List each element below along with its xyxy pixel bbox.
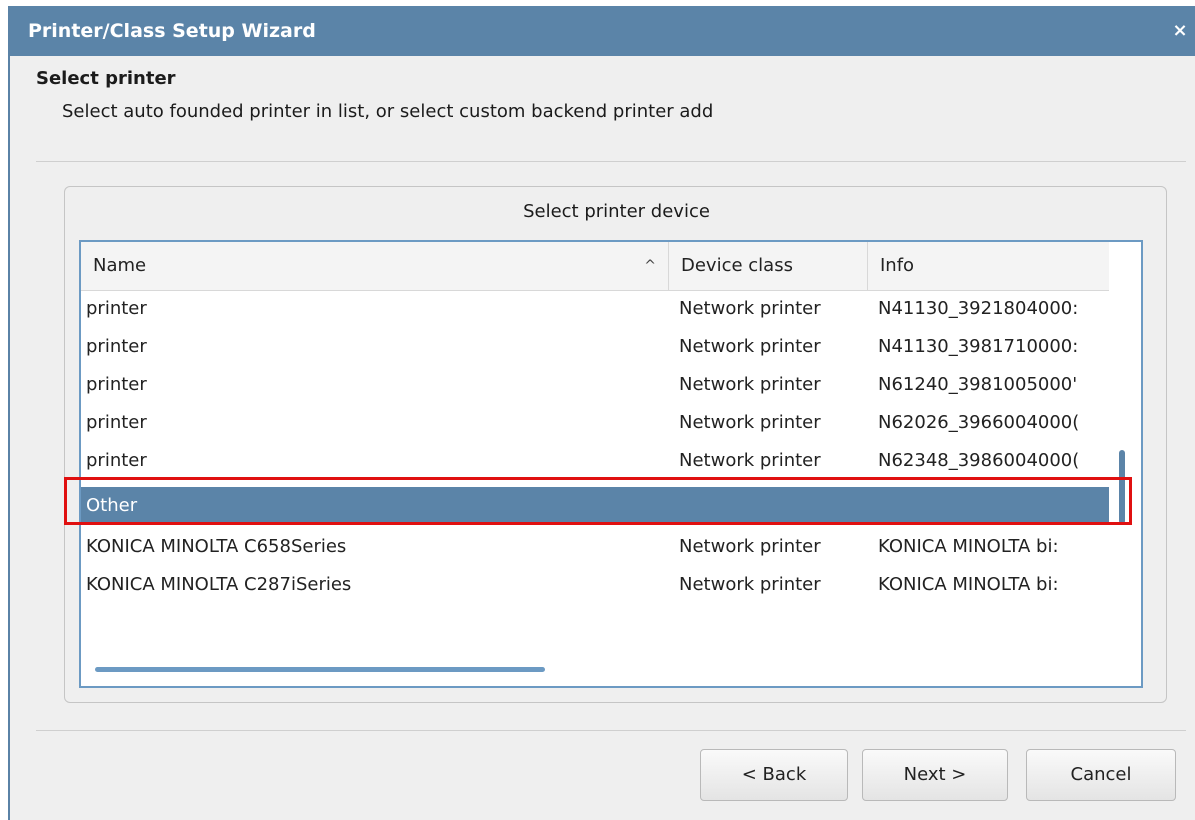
window-title: Printer/Class Setup Wizard (28, 20, 316, 42)
group-title: Select printer device (523, 201, 710, 222)
page: Printer/Class Setup Wizard × Select prin… (0, 0, 1195, 820)
column-header-info[interactable]: Info (868, 242, 1109, 290)
cell-name: printer (86, 374, 147, 395)
cell-name: KONICA MINOLTA C658Series (86, 536, 347, 557)
cell-name: printer (86, 298, 147, 319)
cell-name: printer (86, 336, 147, 357)
table-row[interactable]: KONICA MINOLTA C658Series Network printe… (81, 528, 1109, 566)
cell-info: KONICA MINOLTA bi: (878, 574, 1059, 595)
cell-info: N61240_3981005000' (878, 374, 1078, 395)
title-bar[interactable]: Printer/Class Setup Wizard × (10, 6, 1195, 56)
next-button[interactable]: Next > (862, 749, 1008, 801)
table-row[interactable]: printer Network printer N41130_392180400… (81, 290, 1109, 328)
vertical-scrollbar[interactable] (1119, 450, 1125, 524)
cell-name: printer (86, 412, 147, 433)
back-button[interactable]: < Back (700, 749, 848, 801)
table-row-selected[interactable]: Other (81, 487, 1109, 525)
sort-ascending-icon: ^ (644, 258, 656, 274)
printer-device-list[interactable]: Name ^ Device class Info printer Network… (79, 240, 1143, 688)
cancel-button[interactable]: Cancel (1026, 749, 1176, 801)
table-row[interactable]: printer Network printer N41130_398171000… (81, 328, 1109, 366)
cell-device-class: Network printer (679, 412, 821, 433)
cell-device-class: Network printer (679, 574, 821, 595)
horizontal-scrollbar[interactable] (95, 667, 545, 672)
page-title: Select printer (36, 68, 176, 89)
cell-device-class: Network printer (679, 536, 821, 557)
cell-info: KONICA MINOLTA bi: (878, 536, 1059, 557)
cell-info: N62348_3986004000( (878, 450, 1080, 471)
table-row[interactable]: printer Network printer N61240_398100500… (81, 366, 1109, 404)
cell-name: KONICA MINOLTA C287iSeries (86, 574, 352, 595)
table-header: Name ^ Device class Info (81, 242, 1109, 291)
cell-name: printer (86, 450, 147, 471)
page-subtitle: Select auto founded printer in list, or … (62, 101, 714, 122)
cell-name: Other (86, 495, 138, 516)
column-header-name-label: Name (93, 255, 147, 276)
table-row[interactable]: printer Network printer N62026_396600400… (81, 404, 1109, 442)
cell-info: N41130_3981710000: (878, 336, 1079, 357)
close-icon[interactable]: × (1169, 20, 1191, 42)
wizard-window: Printer/Class Setup Wizard × Select prin… (8, 6, 1195, 820)
footer-divider (36, 730, 1186, 731)
cell-device-class: Network printer (679, 336, 821, 357)
cell-device-class: Network printer (679, 298, 821, 319)
table-row[interactable]: printer Network printer N62348_398600400… (81, 442, 1109, 480)
header-divider (36, 161, 1186, 162)
cell-device-class: Network printer (679, 450, 821, 471)
table-row[interactable]: KONICA MINOLTA C287iSeries Network print… (81, 566, 1109, 604)
cell-device-class: Network printer (679, 374, 821, 395)
column-header-device-class[interactable]: Device class (669, 242, 868, 290)
cell-info: N62026_3966004000( (878, 412, 1080, 433)
cell-info: N41130_3921804000: (878, 298, 1079, 319)
column-header-name[interactable]: Name ^ (81, 242, 669, 290)
